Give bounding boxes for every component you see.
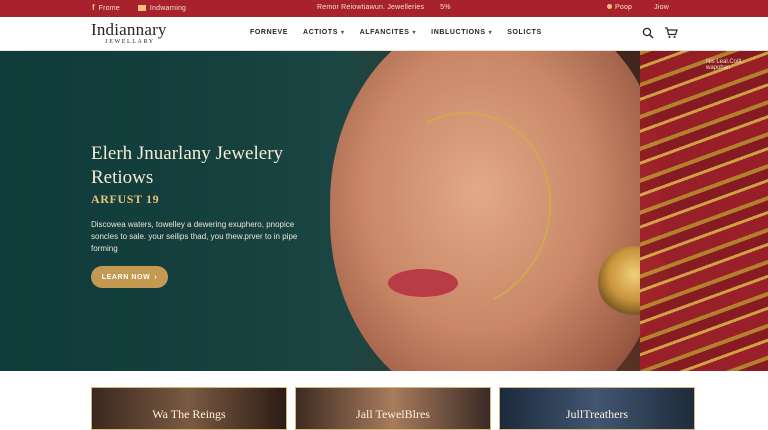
learn-now-button[interactable]: LEARN NOW › bbox=[91, 266, 168, 288]
language-link[interactable]: Jiow bbox=[654, 4, 669, 11]
hero-image-dupatta bbox=[640, 51, 768, 371]
flag-icon bbox=[137, 5, 146, 11]
search-icon[interactable] bbox=[642, 27, 654, 39]
cart-icon[interactable] bbox=[664, 26, 678, 39]
nav-item-forneve[interactable]: FORNEVE bbox=[250, 29, 288, 36]
nav-label: FORNEVE bbox=[250, 29, 289, 36]
nav-label: ACTIOTS bbox=[303, 29, 338, 36]
category-label: JullTreathers bbox=[565, 407, 629, 421]
nav-item-alfancites[interactable]: ALFANCITES ▾ bbox=[360, 29, 417, 36]
hero-subtitle: ARFUST 19 bbox=[91, 192, 160, 206]
logo-subtitle: JEWELLARY bbox=[105, 39, 155, 45]
account-link[interactable]: Poop bbox=[607, 4, 632, 11]
nav-item-solicts[interactable]: SOLICTS bbox=[507, 29, 542, 36]
hero-title: Elerh Jnuarlany Jewelery Retiows bbox=[91, 143, 284, 188]
top-link-2[interactable]: Indwarning bbox=[150, 5, 186, 12]
top-link-1[interactable]: Frome bbox=[99, 5, 120, 12]
chevron-right-icon: › bbox=[154, 273, 158, 281]
chevron-down-icon: ▾ bbox=[488, 30, 493, 36]
category-label: Wa The Reings bbox=[152, 407, 226, 421]
main-nav: FORNEVE ACTIOTS ▾ ALFANCITES ▾ INBLUCTIONS… bbox=[250, 29, 542, 36]
announcement-extra: 5% bbox=[440, 4, 451, 11]
category-card[interactable]: Wa The Reings bbox=[91, 387, 287, 430]
category-card[interactable]: JullTreathers bbox=[499, 387, 695, 430]
top-bar: f Frome Indwarning Remor Reiowtiawun. Je… bbox=[0, 0, 768, 17]
nav-item-inbluctions[interactable]: INBLUCTIONS ▾ bbox=[431, 29, 492, 36]
category-label: Jall TewelBlres bbox=[356, 407, 430, 421]
nav-label: ALFANCITES bbox=[359, 29, 410, 36]
site-header: Indiannary JEWELLARY FORNEVE ACTIOTS ▾ AL… bbox=[0, 17, 768, 51]
logo-title: Indiannary bbox=[91, 20, 167, 39]
facebook-icon[interactable]: f bbox=[92, 4, 95, 12]
top-bar-announcement: Remor Reiowtiawun. Jewelleries 5% bbox=[317, 4, 451, 11]
chevron-down-icon: ▾ bbox=[340, 30, 345, 36]
hero-corner-text: Nis Leal.Coitl. wapohan bbox=[706, 59, 744, 71]
top-bar-right: Poop Jiow bbox=[607, 4, 669, 11]
nav-label: INBLUCTIONS bbox=[431, 29, 486, 36]
hero-image-lips bbox=[388, 269, 458, 297]
announcement-text: Remor Reiowtiawun. Jewelleries bbox=[317, 4, 425, 11]
category-cards: Wa The Reings Jall TewelBlres JullTreath… bbox=[91, 387, 695, 430]
category-card[interactable]: Jall TewelBlres bbox=[295, 387, 491, 430]
site-logo[interactable]: Indiannary JEWELLARY bbox=[91, 20, 181, 46]
hero-banner: Nis Leal.Coitl. wapohan Elerh Jnuarlany … bbox=[0, 51, 768, 371]
learn-now-label: LEARN NOW bbox=[101, 273, 151, 281]
hero-description: Discowea waters, towelley a dewering exu… bbox=[91, 220, 298, 253]
chevron-down-icon: ▾ bbox=[412, 30, 417, 36]
nav-item-actiots[interactable]: ACTIOTS ▾ bbox=[303, 29, 345, 36]
top-bar-left: f Frome Indwarning bbox=[92, 4, 186, 12]
nav-label: SOLICTS bbox=[507, 29, 542, 36]
account-link-label: Poop bbox=[615, 4, 633, 11]
location-icon bbox=[607, 4, 612, 9]
